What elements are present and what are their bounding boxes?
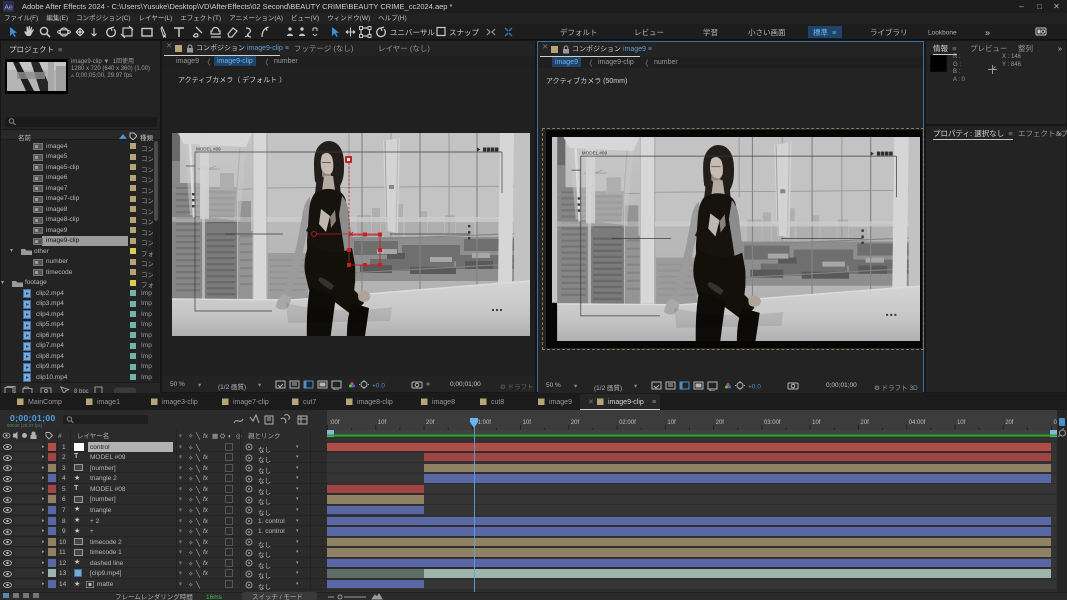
svg-text:≡: ≡: [832, 30, 836, 37]
svg-text:ライブラリ: ライブラリ: [870, 27, 908, 37]
svg-text:スナップ: スナップ: [449, 28, 479, 37]
svg-text:学習: 学習: [703, 27, 718, 37]
svg-text:20f: 20f: [571, 420, 580, 426]
svg-text:20f: 20f: [1005, 420, 1014, 426]
svg-text:10f: 10f: [812, 420, 821, 426]
svg-text:フレームレンダリング時間: フレームレンダリング時間: [115, 592, 193, 600]
svg-text:MainComp: MainComp: [28, 399, 62, 406]
svg-text:20f: 20f: [860, 420, 869, 426]
svg-text:デフォルト: デフォルト: [560, 27, 598, 37]
svg-text:スイッチ / モード: スイッチ / モード: [252, 593, 303, 600]
svg-text:image7-clip: image7-clip: [233, 399, 269, 406]
svg-text:Ae: Ae: [4, 5, 13, 12]
svg-text:+0.0: +0.0: [372, 383, 385, 390]
svg-text:image3-clip: image3-clip: [162, 399, 198, 406]
svg-text:レイヤー名: レイヤー名: [77, 431, 109, 440]
svg-text:image8: image8: [432, 399, 455, 406]
svg-text:02:00f: 02:00f: [619, 420, 636, 426]
svg-text:04:00f: 04:00f: [909, 420, 926, 426]
svg-text:16ms: 16ms: [206, 594, 223, 600]
svg-text:03:00f: 03:00f: [764, 420, 781, 426]
svg-text:10f: 10f: [523, 420, 532, 426]
svg-text:✕: ✕: [588, 399, 594, 406]
svg-text:◐: ◐: [228, 433, 232, 440]
svg-text:ユニバーサル: ユニバーサル: [390, 28, 435, 37]
svg-text:#: #: [58, 433, 62, 440]
svg-text:標準: 標準: [813, 27, 828, 37]
svg-text:cut7: cut7: [303, 399, 316, 406]
svg-text:image8-clip: image8-clip: [357, 399, 393, 406]
svg-text:image9-clip: image9-clip: [608, 399, 644, 406]
svg-text:◎: ◎: [236, 433, 242, 440]
svg-text:10f: 10f: [378, 420, 387, 426]
svg-text:10f: 10f: [667, 420, 676, 426]
svg-text:image1: image1: [97, 399, 120, 406]
svg-text:⛭: ⛭: [220, 433, 226, 440]
svg-text:≡: ≡: [652, 399, 656, 406]
svg-text:20f: 20f: [716, 420, 725, 426]
svg-text:レビュー: レビュー: [634, 28, 664, 37]
svg-text:fx: fx: [203, 433, 209, 440]
svg-text:♆: ♆: [178, 433, 183, 440]
svg-text:»: »: [985, 28, 990, 38]
svg-text:✧: ✧: [188, 432, 194, 440]
svg-text:▦: ▦: [212, 433, 218, 440]
svg-text:+0.0: +0.0: [748, 384, 761, 391]
svg-text:cut8: cut8: [491, 399, 504, 406]
svg-text:親とリンク: 親とリンク: [248, 431, 281, 440]
svg-text:10f: 10f: [957, 420, 966, 426]
svg-text:小さい画面: 小さい画面: [748, 28, 786, 37]
svg-text::00f: :00f: [330, 420, 340, 426]
svg-text:image9: image9: [549, 399, 572, 406]
svg-text:Lookbone: Lookbone: [928, 30, 957, 37]
svg-text:20f: 20f: [426, 420, 435, 426]
